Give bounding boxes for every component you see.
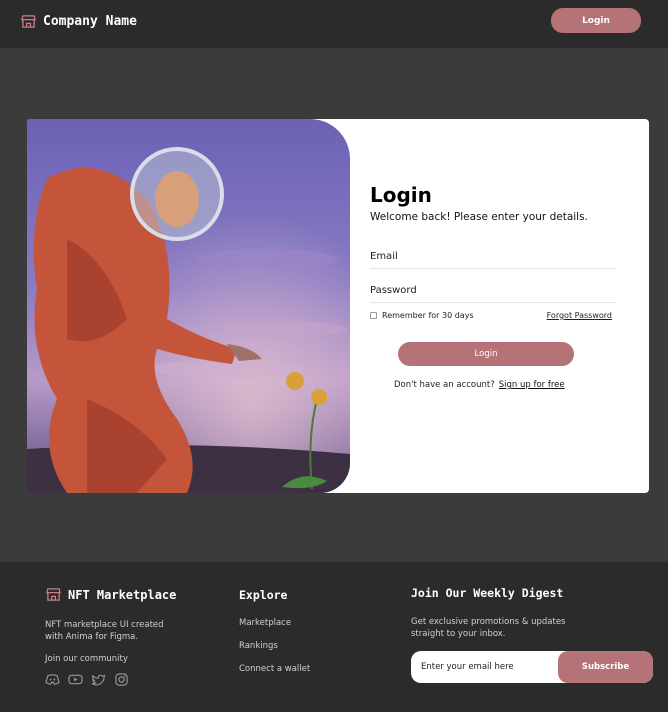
footer-link-marketplace[interactable]: Marketplace	[239, 618, 291, 628]
signup-link[interactable]: Sign up for free	[499, 380, 565, 390]
subscribe-button[interactable]: Subscribe	[558, 651, 653, 683]
remember-label: Remember for 30 days	[382, 311, 474, 320]
astronaut-hero-image	[27, 119, 350, 493]
digest-title: Join Our Weekly Digest	[411, 586, 564, 600]
signup-row: Don't have an account? Sign up for free	[394, 380, 565, 390]
footer-link-rankings[interactable]: Rankings	[239, 641, 278, 651]
forgot-password-link[interactable]: Forgot Password	[547, 311, 612, 320]
instagram-icon[interactable]	[114, 672, 129, 687]
top-navbar: Company Name Login	[0, 0, 668, 48]
remember-checkbox[interactable]	[370, 312, 377, 319]
login-card: Login Welcome back! Please enter your de…	[27, 119, 649, 493]
login-subtitle: Welcome back! Please enter your details.	[370, 211, 588, 223]
footer-brand[interactable]: NFT Marketplace	[46, 587, 176, 602]
header-login-button[interactable]: Login	[551, 8, 641, 33]
brand-logo[interactable]: Company Name	[21, 14, 137, 29]
no-account-text: Don't have an account?	[394, 380, 495, 390]
email-field-label: Email	[370, 251, 398, 262]
discord-icon[interactable]	[45, 672, 60, 687]
social-links	[45, 672, 129, 687]
storefront-icon	[46, 587, 61, 602]
explore-title: Explore	[239, 588, 288, 602]
storefront-icon	[21, 14, 36, 29]
password-field[interactable]: Password	[370, 281, 616, 303]
password-field-label: Password	[370, 285, 417, 296]
twitter-icon[interactable]	[91, 672, 106, 687]
subscribe-form: Subscribe	[411, 651, 653, 683]
youtube-icon[interactable]	[68, 672, 83, 687]
community-label: Join our community	[45, 654, 128, 664]
login-title: Login	[370, 183, 432, 207]
brand-name: Company Name	[43, 14, 137, 29]
remember-me[interactable]: Remember for 30 days	[370, 311, 474, 320]
email-field[interactable]: Email	[370, 247, 616, 269]
footer: NFT Marketplace NFT marketplace UI creat…	[0, 562, 668, 712]
subscribe-email-input[interactable]	[411, 651, 571, 683]
login-button[interactable]: Login	[398, 342, 574, 366]
footer-description: NFT marketplace UI created with Anima fo…	[45, 620, 164, 642]
digest-description: Get exclusive promotions & updates strai…	[411, 617, 566, 639]
footer-link-connect-wallet[interactable]: Connect a wallet	[239, 664, 310, 674]
footer-brand-name: NFT Marketplace	[68, 587, 177, 602]
login-form: Login Welcome back! Please enter your de…	[370, 119, 616, 493]
